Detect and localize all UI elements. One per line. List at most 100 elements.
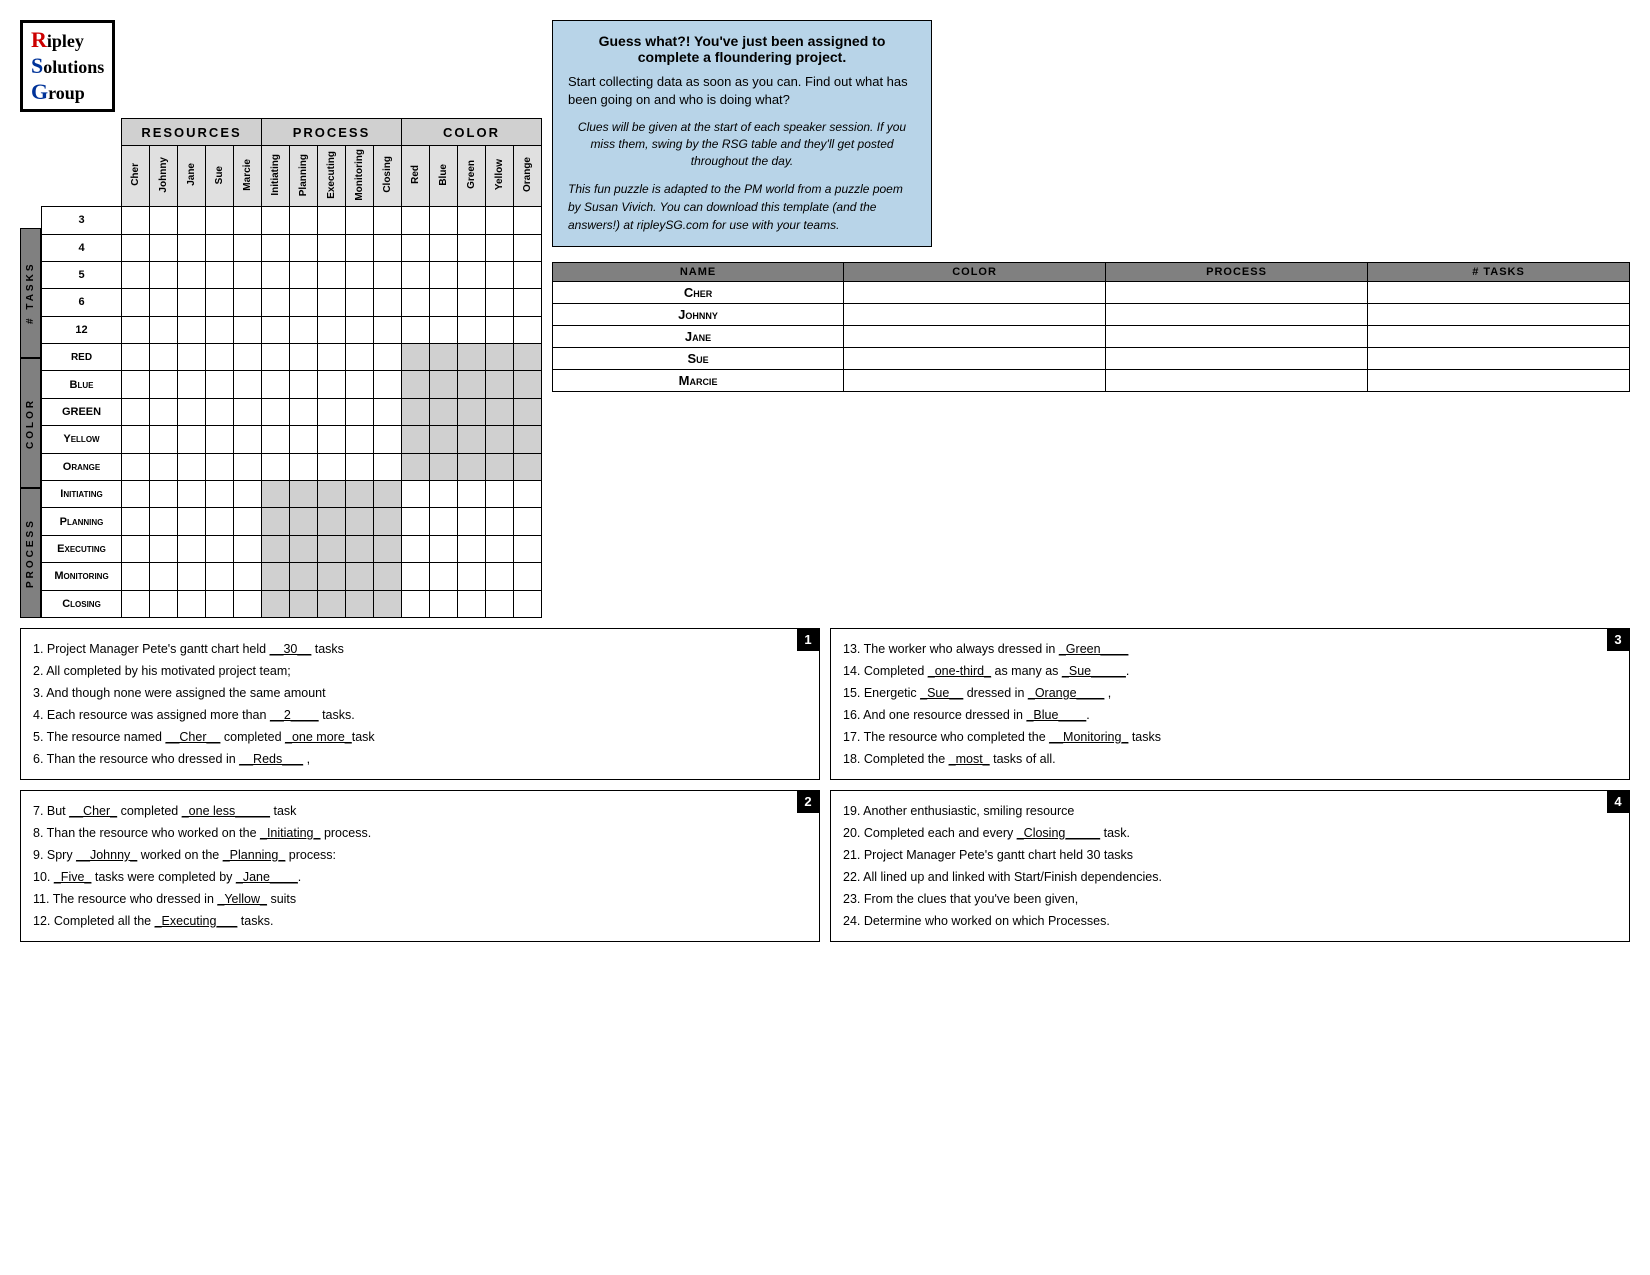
answer-tasks-johnny[interactable]: [1368, 303, 1630, 325]
clue-3-2: 14. Completed _one-third_ as many as _Su…: [843, 661, 1617, 681]
color-label-orange: Orange: [42, 453, 122, 480]
col-initiating: Initiating: [262, 146, 290, 207]
column-header-row: Cher Johnny Jane Sue Marcie Initiating P…: [42, 146, 542, 207]
clue-4-4: 22. All lined up and linked with Start/F…: [843, 867, 1617, 887]
tasks-row-4: 4: [42, 234, 542, 261]
logo-s: S: [31, 53, 43, 78]
tasks-label-4: 4: [42, 234, 122, 261]
clue-number-2: 2: [797, 791, 819, 813]
puzzle-grid: Resources Process Color Cher Johnny Jane…: [41, 118, 542, 618]
clue-3-3: 15. Energetic _Sue__ dressed in _Orange_…: [843, 683, 1617, 703]
logo-r: R: [31, 27, 47, 52]
info-italic1: Clues will be given at the start of each…: [568, 119, 916, 169]
answer-col-color: Color: [844, 262, 1106, 281]
color-row-blue: Blue: [42, 371, 542, 398]
answer-process-jane[interactable]: [1106, 325, 1368, 347]
process-header: Process: [262, 119, 402, 146]
clue-2-5: 11. The resource who dressed in _Yellow_…: [33, 889, 807, 909]
tasks-label-5: 5: [42, 261, 122, 288]
clue-4-1: 19. Another enthusiastic, smiling resour…: [843, 801, 1617, 821]
process-row-closing: Closing: [42, 590, 542, 617]
answer-color-johnny[interactable]: [844, 303, 1106, 325]
col-cher: Cher: [122, 146, 150, 207]
clue-2-6: 12. Completed all the _Executing___ task…: [33, 911, 807, 931]
process-label-closing: Closing: [42, 590, 122, 617]
answer-row-jane: Jane: [553, 325, 1630, 347]
tasks-row-6: 6: [42, 289, 542, 316]
answer-color-jane[interactable]: [844, 325, 1106, 347]
tasks-label-12: 12: [42, 316, 122, 343]
tasks-row-12: 12: [42, 316, 542, 343]
answer-process-sue[interactable]: [1106, 347, 1368, 369]
info-italic2: This fun puzzle is adapted to the PM wor…: [568, 180, 916, 234]
info-title: Guess what?! You've just been assigned t…: [568, 33, 916, 65]
logo-line2: olutions: [43, 57, 104, 77]
col-marcie: Marcie: [234, 146, 262, 207]
color-row-green: green: [42, 398, 542, 425]
answer-color-sue[interactable]: [844, 347, 1106, 369]
info-body: Start collecting data as soon as you can…: [568, 73, 916, 109]
col-johnny: Johnny: [150, 146, 178, 207]
process-label-executing: Executing: [42, 535, 122, 562]
process-label-monitoring: Monitoring: [42, 563, 122, 590]
answer-color-cher[interactable]: [844, 281, 1106, 303]
color-row-red: Red: [42, 344, 542, 371]
info-box: Guess what?! You've just been assigned t…: [552, 20, 932, 247]
answer-row-marcie: Marcie: [553, 369, 1630, 391]
tasks-row-3: 3: [42, 207, 542, 234]
top-section: Ripley Solutions Group # Tasks: [20, 20, 1630, 618]
answer-process-johnny[interactable]: [1106, 303, 1368, 325]
process-label-planning: Planning: [42, 508, 122, 535]
answer-name-sue: Sue: [553, 347, 844, 369]
answer-row-sue: Sue: [553, 347, 1630, 369]
clue-3-6: 18. Completed the _most_ tasks of all.: [843, 749, 1617, 769]
answer-tasks-marcie[interactable]: [1368, 369, 1630, 391]
answer-col-tasks: # Tasks: [1368, 262, 1630, 281]
clue-number-1: 1: [797, 629, 819, 651]
logo-line1: ipley: [47, 31, 84, 51]
clue-number-3: 3: [1607, 629, 1629, 651]
puzzle-area: # Tasks Color Process Re: [20, 118, 542, 618]
answer-col-process: Process: [1106, 262, 1368, 281]
clue-3-1: 13. The worker who always dressed in _Gr…: [843, 639, 1617, 659]
process-row-planning: Planning: [42, 508, 542, 535]
logo-line3: roup: [48, 83, 85, 103]
process-row-executing: Executing: [42, 535, 542, 562]
resources-header: Resources: [122, 119, 262, 146]
col-blue: Blue: [430, 146, 458, 207]
clue-1-5: 5. The resource named __Cher__ completed…: [33, 727, 807, 747]
row-labels: # Tasks Color Process: [20, 118, 41, 618]
col-red: Red: [402, 146, 430, 207]
clue-4-2: 20. Completed each and every _Closing___…: [843, 823, 1617, 843]
clue-1-3: 3. And though none were assigned the sam…: [33, 683, 807, 703]
clue-2-1: 7. But __Cher_ completed _one less_____ …: [33, 801, 807, 821]
clue-3-5: 17. The resource who completed the __Mon…: [843, 727, 1617, 747]
clue-2-3: 9. Spry __Johnny_ worked on the _Plannin…: [33, 845, 807, 865]
col-green: Green: [458, 146, 486, 207]
tasks-label-6: 6: [42, 289, 122, 316]
answer-process-marcie[interactable]: [1106, 369, 1368, 391]
col-planning: Planning: [290, 146, 318, 207]
process-label-initiating: Initiating: [42, 481, 122, 508]
clue-1-1: 1. Project Manager Pete's gantt chart he…: [33, 639, 807, 659]
answer-tasks-cher[interactable]: [1368, 281, 1630, 303]
answer-tasks-sue[interactable]: [1368, 347, 1630, 369]
logo: Ripley Solutions Group: [20, 20, 115, 112]
section-header-row: Resources Process Color: [42, 119, 542, 146]
process-row-initiating: Initiating: [42, 481, 542, 508]
color-row-orange: Orange: [42, 453, 542, 480]
logo-g: G: [31, 79, 48, 104]
answer-process-cher[interactable]: [1106, 281, 1368, 303]
process-row-monitoring: Monitoring: [42, 563, 542, 590]
clue-4-5: 23. From the clues that you've been give…: [843, 889, 1617, 909]
clue-box-2: 2 7. But __Cher_ completed _one less____…: [20, 790, 820, 942]
clue-number-4: 4: [1607, 791, 1629, 813]
answer-name-johnny: Johnny: [553, 303, 844, 325]
answer-tasks-jane[interactable]: [1368, 325, 1630, 347]
answer-color-marcie[interactable]: [844, 369, 1106, 391]
color-label-red: Red: [42, 344, 122, 371]
color-row-yellow: Yellow: [42, 426, 542, 453]
clue-box-4: 4 19. Another enthusiastic, smiling reso…: [830, 790, 1630, 942]
answer-col-name: Name: [553, 262, 844, 281]
col-monitoring: Monitoring: [346, 146, 374, 207]
